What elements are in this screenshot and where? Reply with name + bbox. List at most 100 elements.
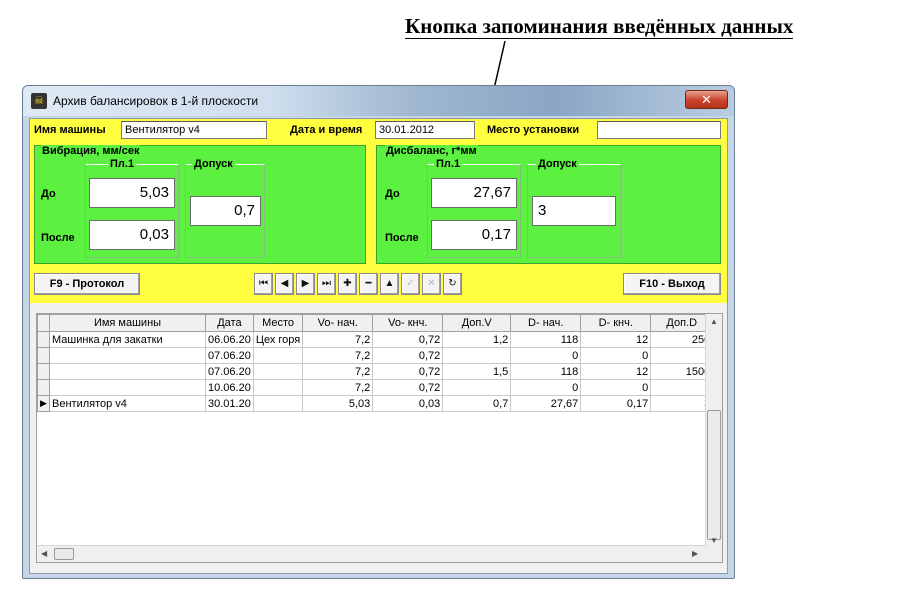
cell-d-end[interactable]: 0,17	[580, 395, 652, 412]
cell-location[interactable]	[252, 395, 304, 412]
imbalance-tolerance-title: Допуск	[536, 158, 579, 170]
edit-record-button[interactable]: ▲	[380, 273, 399, 295]
cell-location[interactable]: Цех горя	[252, 331, 304, 348]
cell-location[interactable]	[252, 347, 304, 364]
vibration-after-field[interactable]: 0,03	[89, 220, 175, 250]
app-icon: ☠	[31, 93, 47, 109]
column-header[interactable]: Доп.D	[650, 314, 714, 332]
refresh-button[interactable]: ↻	[443, 273, 462, 295]
title-bar[interactable]: ☠ Архив балансировок в 1-й плоскости ✕	[23, 86, 734, 116]
archive-grid[interactable]: Имя машины Дата Место Vo- нач. Vo- кнч. …	[36, 313, 723, 563]
cell-d-start[interactable]: 0	[510, 379, 582, 396]
cell-vo-end[interactable]: 0,72	[372, 379, 444, 396]
scroll-down-icon[interactable]: ▼	[710, 536, 718, 545]
cell-vo-start[interactable]: 5,03	[302, 395, 374, 412]
cell-location[interactable]	[252, 363, 304, 380]
cell-date[interactable]: 07.06.20	[205, 363, 254, 380]
cell-d-end[interactable]: 0	[580, 347, 652, 364]
column-header[interactable]: Доп.V	[442, 314, 512, 332]
table-row-current[interactable]: ▶ Вентилятор v4 30.01.20 5,03 0,03 0,7 2…	[37, 395, 714, 412]
cell-tol-d[interactable]: 1500	[650, 363, 714, 380]
cell-tol-v[interactable]	[442, 379, 512, 396]
cell-d-end[interactable]: 0	[580, 379, 652, 396]
cell-vo-start[interactable]: 7,2	[302, 363, 374, 380]
vibration-before-field[interactable]: 5,03	[89, 178, 175, 208]
horizontal-scroll-thumb[interactable]	[54, 548, 74, 560]
imbalance-before-field[interactable]: 27,67	[431, 178, 517, 208]
cell-tol-v[interactable]	[442, 347, 512, 364]
cell-d-end[interactable]: 12	[580, 331, 652, 348]
cell-machine-name[interactable]	[49, 347, 206, 364]
cell-date[interactable]: 07.06.20	[205, 347, 254, 364]
cell-date[interactable]: 06.06.20	[205, 331, 254, 348]
column-header[interactable]: D- кнч.	[580, 314, 652, 332]
table-row[interactable]: Машинка для закатки 06.06.20 Цех горя 7,…	[37, 331, 714, 348]
cell-d-end[interactable]: 12	[580, 363, 652, 380]
cell-date[interactable]: 10.06.20	[205, 379, 254, 396]
vibration-before-label: До	[41, 188, 56, 200]
cell-vo-end[interactable]: 0,72	[372, 331, 444, 348]
row-indicator[interactable]	[37, 363, 50, 380]
cell-machine-name[interactable]	[49, 379, 206, 396]
cell-tol-d[interactable]	[650, 347, 714, 364]
cell-vo-end[interactable]: 0,72	[372, 347, 444, 364]
record-navigator: ⏮ ◀ ▶ ⏭ ✚ ━ ▲ ✓ ✕ ↻	[254, 273, 462, 295]
cell-tol-v[interactable]: 1,5	[442, 363, 512, 380]
cell-vo-start[interactable]: 7,2	[302, 331, 374, 348]
cancel-edit-button[interactable]: ✕	[422, 273, 441, 295]
cell-vo-end[interactable]: 0,72	[372, 363, 444, 380]
current-row-indicator[interactable]: ▶	[37, 395, 50, 412]
cell-d-start[interactable]: 27,67	[510, 395, 582, 412]
cell-d-start[interactable]: 0	[510, 347, 582, 364]
first-record-button[interactable]: ⏮	[254, 273, 273, 295]
exit-button[interactable]: F10 - Выход	[623, 273, 721, 295]
cell-machine-name[interactable]	[49, 363, 206, 380]
vertical-scrollbar[interactable]: ▲ ▼	[705, 314, 722, 562]
cell-tol-v[interactable]: 1,2	[442, 331, 512, 348]
cell-location[interactable]	[252, 379, 304, 396]
column-header[interactable]: Место	[252, 314, 304, 332]
cell-tol-v[interactable]: 0,7	[442, 395, 512, 412]
table-row[interactable]: 10.06.20 7,2 0,72 0 0	[37, 379, 714, 396]
table-row[interactable]: 07.06.20 7,2 0,72 0 0	[37, 347, 714, 364]
next-record-button[interactable]: ▶	[296, 273, 315, 295]
datetime-field[interactable]: 30.01.2012	[375, 121, 475, 139]
cell-machine-name[interactable]: Вентилятор v4	[49, 395, 206, 412]
close-button[interactable]: ✕	[685, 90, 728, 109]
machine-name-field[interactable]: Вентилятор v4	[121, 121, 267, 139]
last-record-button[interactable]: ⏭	[317, 273, 336, 295]
cell-tol-d[interactable]: 250	[650, 331, 714, 348]
cell-tol-d[interactable]: 3	[650, 395, 714, 412]
scroll-right-icon[interactable]: ▶	[692, 549, 698, 558]
column-header[interactable]: D- нач.	[510, 314, 582, 332]
table-row[interactable]: 07.06.20 7,2 0,72 1,5 118 12 1500	[37, 363, 714, 380]
protocol-button[interactable]: F9 - Протокол	[34, 273, 140, 295]
post-record-button[interactable]: ✓	[401, 273, 420, 295]
prior-record-button[interactable]: ◀	[275, 273, 294, 295]
row-indicator[interactable]	[37, 379, 50, 396]
column-header[interactable]: Имя машины	[49, 314, 206, 332]
cell-d-start[interactable]: 118	[510, 331, 582, 348]
scroll-left-icon[interactable]: ◀	[41, 549, 47, 558]
column-header[interactable]: Vo- кнч.	[372, 314, 444, 332]
vibration-tolerance-field[interactable]: 0,7	[190, 196, 261, 226]
imbalance-after-field[interactable]: 0,17	[431, 220, 517, 250]
column-header[interactable]: Дата	[205, 314, 254, 332]
horizontal-scrollbar[interactable]: ◀ ▶	[37, 545, 706, 562]
cell-tol-d[interactable]	[650, 379, 714, 396]
row-indicator[interactable]	[37, 331, 50, 348]
delete-record-button[interactable]: ━	[359, 273, 378, 295]
vertical-scroll-thumb[interactable]	[707, 410, 721, 540]
imbalance-tolerance-field[interactable]: 3	[532, 196, 616, 226]
insert-record-button[interactable]: ✚	[338, 273, 357, 295]
column-header[interactable]: Vo- нач.	[302, 314, 374, 332]
cell-vo-end[interactable]: 0,03	[372, 395, 444, 412]
cell-machine-name[interactable]: Машинка для закатки	[49, 331, 206, 348]
location-field[interactable]	[597, 121, 721, 139]
cell-vo-start[interactable]: 7,2	[302, 379, 374, 396]
cell-date[interactable]: 30.01.20	[205, 395, 254, 412]
cell-vo-start[interactable]: 7,2	[302, 347, 374, 364]
cell-d-start[interactable]: 118	[510, 363, 582, 380]
scroll-up-icon[interactable]: ▲	[710, 317, 718, 326]
row-indicator[interactable]	[37, 347, 50, 364]
